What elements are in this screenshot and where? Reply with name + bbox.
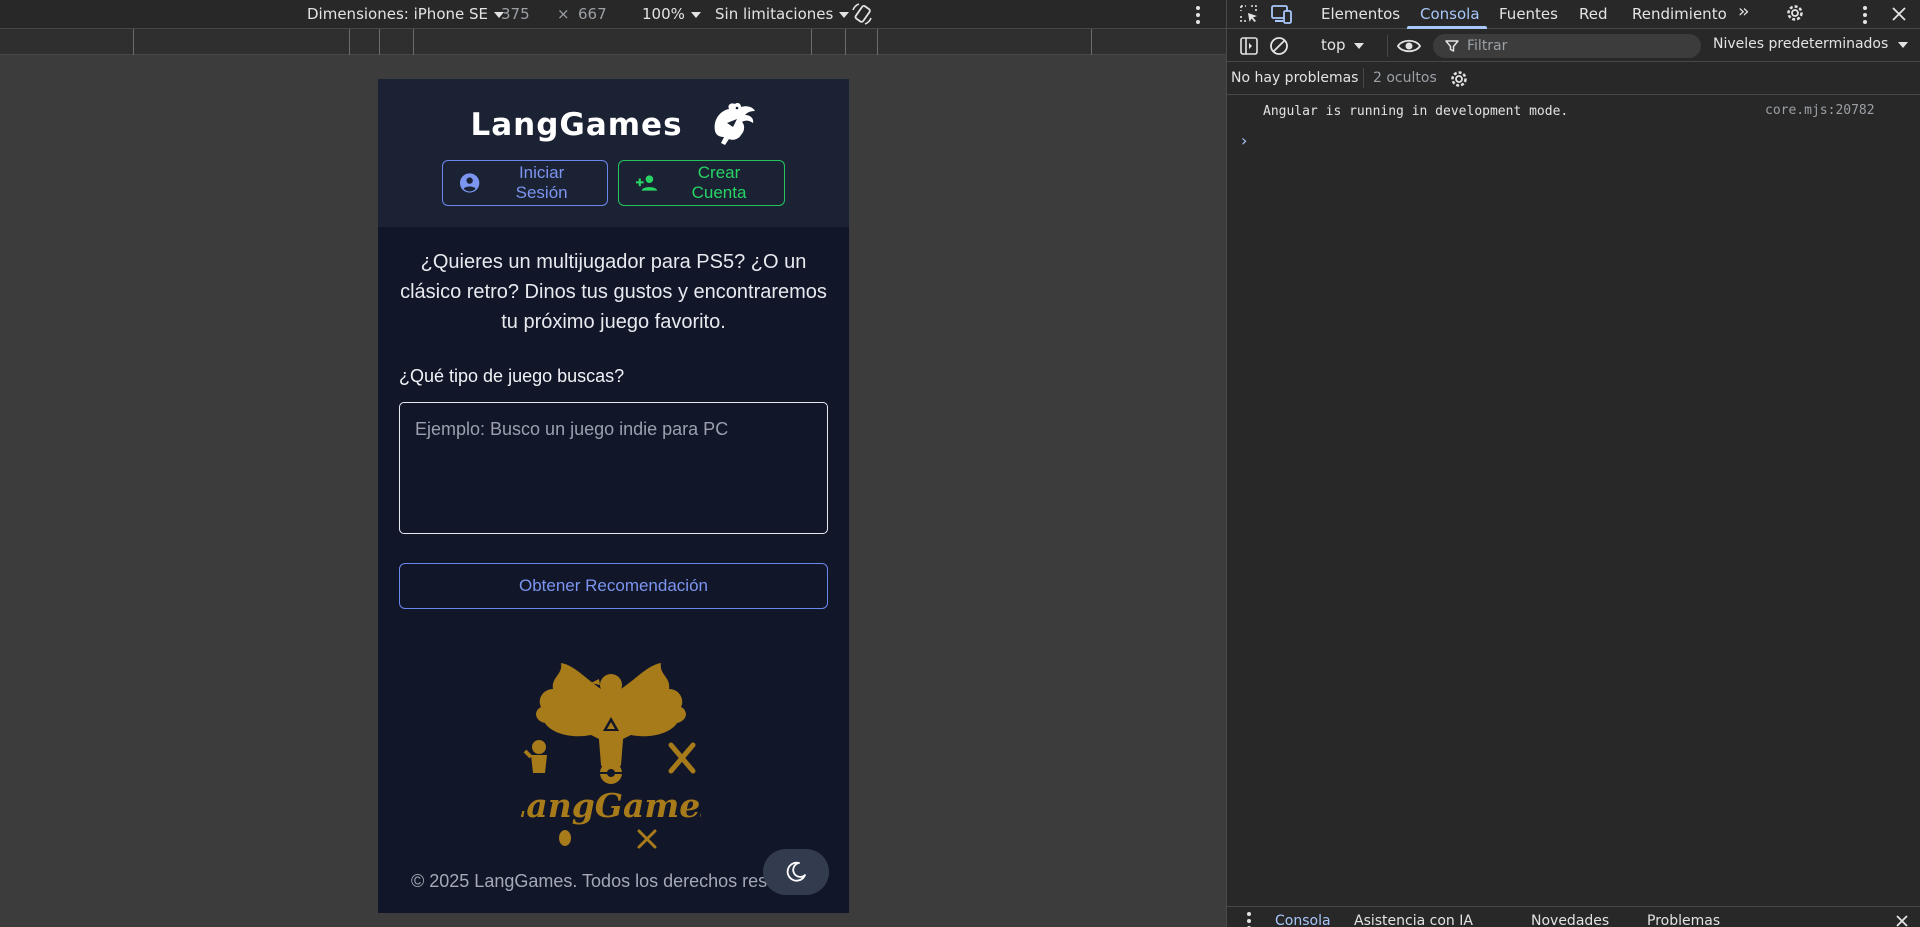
filter-icon [1445, 40, 1459, 52]
device-dimensions-select[interactable]: Dimensiones: iPhone SE [307, 5, 504, 23]
login-button[interactable]: Iniciar Sesión [442, 160, 608, 206]
tab-elementos[interactable]: Elementos [1321, 5, 1400, 23]
zoom-select[interactable]: 100% [642, 5, 701, 23]
ruler-marker[interactable] [133, 29, 134, 55]
signup-label: Crear Cuenta [691, 163, 747, 202]
log-source-link[interactable]: core.mjs:20782 [1765, 103, 1875, 118]
account-circle-icon [459, 173, 480, 193]
drawer-tab-bar: Consola Asistencia con IA Novedades Prob… [1227, 906, 1920, 927]
copyright-text: © 2025 LangGames. Todos los derechos res… [411, 871, 784, 891]
dark-mode-toggle[interactable] [763, 849, 829, 895]
more-options-icon[interactable] [1196, 13, 1200, 17]
tab-consola[interactable]: Consola [1420, 5, 1480, 23]
sidebar-toggle-icon[interactable] [1239, 36, 1259, 56]
log-levels-value: Niveles predeterminados [1713, 36, 1889, 52]
get-recommendation-button[interactable]: Obtener Recomendación [399, 563, 828, 609]
issues-bar: No hay problemas 2 ocultos [1227, 62, 1920, 95]
query-label: ¿Qué tipo de juego buscas? [399, 366, 625, 386]
emulated-viewport: LangGames Iniciar Sesión Crear Cuenta ¿Q… [378, 79, 849, 913]
drawer-tab-ai-assistance[interactable]: Asistencia con IA [1354, 913, 1473, 927]
log-levels-select[interactable]: Niveles predeterminados [1713, 36, 1909, 52]
ruler-marker[interactable] [379, 29, 380, 55]
device-toolbar: Dimensiones: iPhone SE 375 × 667 100% Si… [0, 0, 1226, 29]
ruler-marker[interactable] [845, 29, 846, 55]
console-settings-icon[interactable] [1449, 69, 1469, 89]
console-filter-input[interactable]: Filtrar [1433, 34, 1701, 58]
intro-text: ¿Quieres un multijugador para PS5? ¿O un… [400, 251, 827, 333]
brand-name: LangGames [470, 107, 683, 143]
crest-logo-text: LangGames [521, 786, 701, 825]
media-query-ruler [0, 29, 1226, 55]
device-mode-icon[interactable] [1271, 4, 1293, 24]
log-message: Angular is running in development mode. [1263, 104, 1569, 119]
device-width-value: 375 [501, 5, 530, 23]
ruler-marker[interactable] [349, 29, 350, 55]
drawer-tab-novedades[interactable]: Novedades [1531, 913, 1609, 927]
game-query-input[interactable] [399, 402, 828, 534]
times-symbol: × [557, 5, 570, 23]
zoom-value: 100% [642, 5, 685, 23]
issues-count[interactable]: No hay problemas [1231, 70, 1358, 86]
throttling-value: Sin limitaciones [715, 5, 834, 23]
ruler-marker[interactable] [413, 29, 414, 55]
close-drawer-icon[interactable] [1895, 914, 1909, 927]
devtools-menu-icon[interactable] [1863, 13, 1867, 17]
console-prompt-icon[interactable]: › [1241, 131, 1247, 150]
settings-gear-icon[interactable] [1785, 3, 1805, 23]
crest-vault-boy [532, 740, 546, 754]
clear-console-icon[interactable] [1269, 36, 1289, 56]
tab-red[interactable]: Red [1579, 5, 1608, 23]
chevron-down-icon [1898, 42, 1909, 48]
crest-crossed-swords [668, 742, 696, 774]
devtools-tab-bar: Elementos Consola Fuentes Red Rendimient… [1227, 0, 1920, 29]
close-icon[interactable] [1891, 6, 1907, 22]
device-height-value: 667 [578, 5, 607, 23]
signup-button[interactable]: Crear Cuenta [618, 160, 785, 206]
filter-placeholder: Filtrar [1467, 38, 1508, 54]
drawer-tab-problemas[interactable]: Problemas [1647, 913, 1720, 927]
inspect-element-icon[interactable] [1239, 4, 1259, 24]
more-tabs-icon[interactable]: ›› [1738, 1, 1750, 22]
tab-fuentes[interactable]: Fuentes [1499, 5, 1558, 23]
device-height-input[interactable]: 667 [578, 5, 607, 23]
ruler-marker[interactable] [811, 29, 812, 55]
login-label: Iniciar Sesión [515, 163, 568, 202]
drawer-menu-icon[interactable] [1247, 919, 1251, 923]
eye-icon[interactable] [1397, 37, 1421, 55]
drawer-tab-consola[interactable]: Consola [1275, 913, 1331, 927]
langgames-crest-logo: LangGames [521, 663, 701, 849]
brand[interactable]: LangGames [378, 101, 849, 149]
griffin-logo-icon [714, 103, 755, 145]
toolbar-divider [1387, 35, 1388, 57]
chevron-down-icon [839, 12, 850, 18]
ruler-marker[interactable] [877, 29, 878, 55]
device-dimensions-label: Dimensiones: iPhone SE [307, 5, 488, 23]
throttling-select[interactable]: Sin limitaciones [715, 5, 850, 23]
hidden-count: 2 ocultos [1373, 70, 1437, 86]
ruler-marker[interactable] [1091, 29, 1092, 55]
chevron-down-icon [690, 12, 701, 18]
times-sign: × [557, 5, 570, 23]
console-toolbar: top Filtrar Niveles predeterminados [1227, 29, 1920, 62]
tab-rendimiento[interactable]: Rendimiento [1632, 5, 1727, 23]
context-select[interactable]: top [1321, 36, 1364, 54]
issues-divider [1363, 68, 1364, 88]
devtools-panel: Elementos Consola Fuentes Red Rendimient… [1226, 0, 1920, 927]
crest-eagle-head [600, 674, 622, 696]
rotate-icon[interactable] [850, 2, 874, 26]
chevron-down-icon [1353, 43, 1364, 49]
context-value: top [1321, 36, 1346, 54]
site-header: LangGames Iniciar Sesión Crear Cuenta [378, 79, 849, 227]
moon-icon [786, 861, 806, 882]
device-width-input[interactable]: 375 [501, 5, 530, 23]
person-add-icon [635, 175, 658, 191]
console-log-row: Angular is running in development mode. … [1227, 96, 1920, 126]
